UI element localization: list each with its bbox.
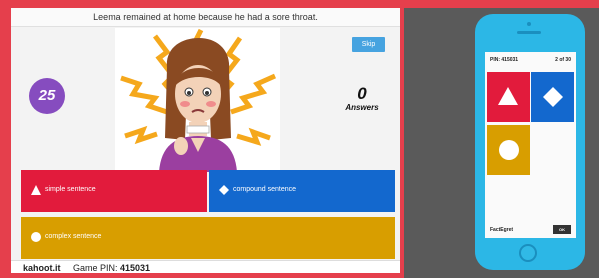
sore-throat-girl-illustration [115, 28, 280, 172]
diamond-icon [219, 185, 229, 195]
phone-home-button[interactable] [519, 244, 537, 262]
game-pin-value: 415031 [120, 263, 151, 273]
diamond-icon [543, 87, 563, 107]
answer-option-2[interactable]: compound sentence [209, 170, 395, 212]
site-name: kahoot.it [23, 263, 61, 273]
answers-label: Answers [345, 103, 379, 112]
answer-option-1[interactable]: simple sentence [21, 170, 207, 212]
phone-nickname: FactEgret [490, 227, 514, 233]
triangle-icon [31, 185, 41, 195]
question-image [115, 28, 280, 172]
phone-progress: 2 of 30 [555, 57, 571, 63]
footer-bar: kahoot.it Game PIN: 415031 [11, 260, 400, 273]
game-pin: Game PIN: 415031 [73, 263, 150, 273]
phone-header: PIN: 415031 2 of 30 [485, 52, 576, 68]
answer-option-3-text: complex sentence [45, 233, 102, 240]
phone-tile-triangle[interactable] [487, 72, 530, 122]
phone-tile-circle[interactable] [487, 125, 530, 175]
phone-camera [527, 22, 531, 26]
phone-speaker [517, 31, 541, 34]
phone-footer: FactEgret OK [485, 222, 576, 238]
question-text: Leema remained at home because he had a … [11, 8, 400, 27]
game-pin-label: Game PIN: [73, 263, 118, 273]
kahoot-host-screen: Leema remained at home because he had a … [11, 8, 400, 273]
circle-icon [31, 232, 41, 242]
skip-button[interactable]: Skip [352, 37, 385, 52]
phone-screen: PIN: 415031 2 of 30 FactEgret OK [485, 52, 576, 238]
triangle-icon [498, 87, 518, 105]
phone-tile-diamond[interactable] [531, 72, 574, 122]
answer-option-2-text: compound sentence [233, 186, 297, 193]
countdown-timer: 25 [29, 78, 65, 114]
phone-ok-button[interactable]: OK [553, 225, 571, 234]
circle-icon [499, 140, 519, 160]
answers-counter: 0 Answers [337, 84, 387, 113]
phone-pin: PIN: 415031 [490, 57, 519, 63]
answers-count: 0 [357, 84, 367, 103]
answer-option-3[interactable]: complex sentence [21, 217, 395, 259]
answer-option-1-text: simple sentence [45, 186, 96, 193]
